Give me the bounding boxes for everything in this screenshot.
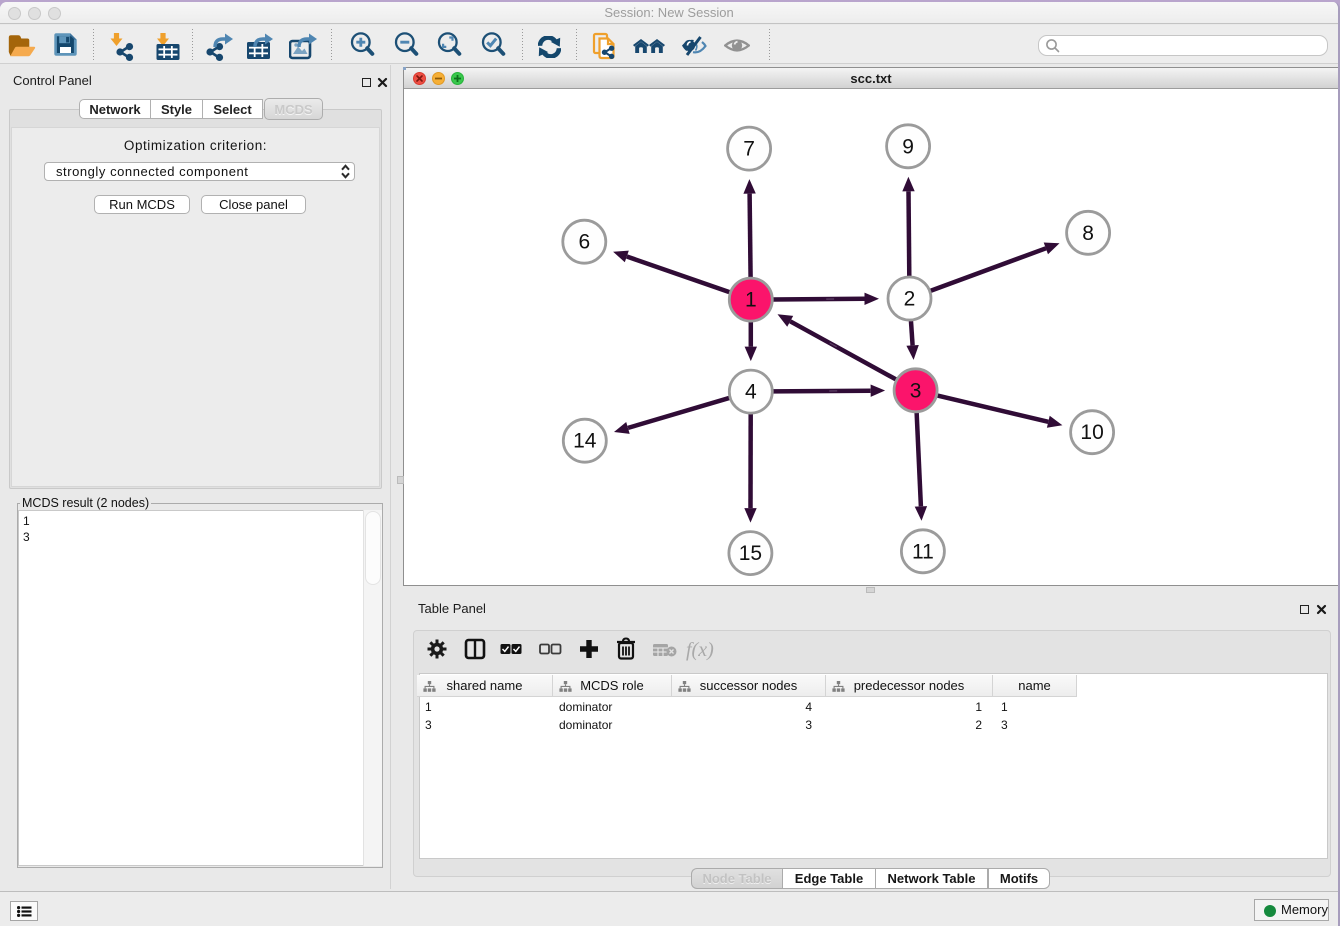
svg-text:6: 6 <box>578 231 590 254</box>
svg-text:14: 14 <box>573 430 597 453</box>
svg-text:10: 10 <box>1080 421 1103 444</box>
svg-text:8: 8 <box>1082 222 1094 245</box>
svg-text:1: 1 <box>745 289 757 312</box>
svg-text:9: 9 <box>902 135 914 158</box>
svg-text:15: 15 <box>739 542 762 565</box>
svg-text:11: 11 <box>912 540 934 563</box>
svg-text:2: 2 <box>904 288 916 311</box>
svg-text:7: 7 <box>743 138 755 161</box>
svg-text:4: 4 <box>745 381 757 404</box>
svg-text:3: 3 <box>910 379 922 402</box>
